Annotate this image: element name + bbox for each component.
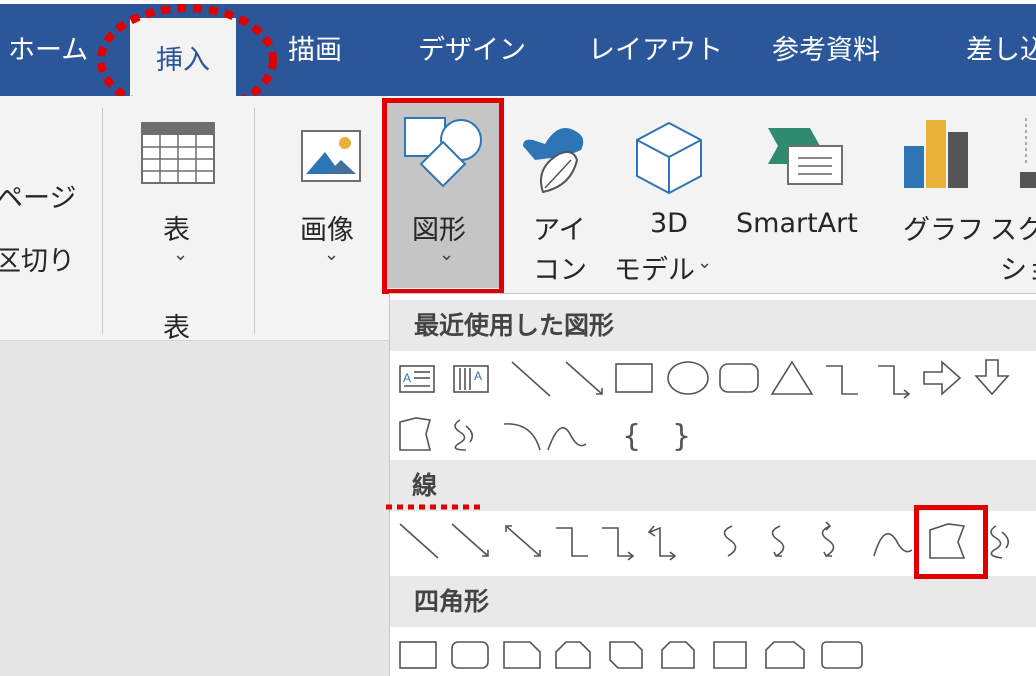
table-button-label[interactable]: 表 bbox=[163, 208, 190, 247]
svg-text:A: A bbox=[474, 369, 482, 383]
3d-models-label-1[interactable]: 3D bbox=[650, 208, 688, 239]
recent-shapes-header: 最近使用した図形 bbox=[390, 300, 1036, 351]
svg-text:A: A bbox=[403, 371, 411, 385]
svg-text:}: } bbox=[672, 419, 691, 454]
chevron-down-icon[interactable]: ⌄ bbox=[697, 252, 712, 273]
tab-home[interactable]: ホーム bbox=[8, 26, 88, 76]
rectangles-header: 四角形 bbox=[390, 576, 1036, 627]
shapes-highlight-box bbox=[382, 98, 504, 294]
chevron-down-icon[interactable]: ⌄ bbox=[173, 244, 188, 265]
table-icon[interactable] bbox=[141, 122, 215, 184]
recent-shapes-row-1[interactable]: A A bbox=[390, 354, 1036, 404]
group-separator bbox=[254, 108, 255, 334]
freeform-shape-highlight-box bbox=[914, 505, 988, 579]
chart-icon[interactable] bbox=[902, 118, 970, 190]
table-group-label: 表 bbox=[163, 313, 190, 344]
tab-layout[interactable]: レイアウト bbox=[588, 26, 723, 76]
picture-icon[interactable] bbox=[301, 130, 361, 182]
page-break-label-1[interactable]: ページ bbox=[0, 176, 76, 215]
chart-button-label[interactable]: グラフ bbox=[903, 208, 984, 247]
group-separator bbox=[102, 108, 103, 334]
rectangles-title: 四角形 bbox=[414, 587, 490, 616]
smartart-button-label[interactable]: SmartArt bbox=[736, 208, 858, 239]
smartart-icon[interactable] bbox=[766, 124, 846, 188]
3d-models-label-2[interactable]: モデル bbox=[614, 248, 695, 287]
chevron-down-icon[interactable]: ⌄ bbox=[324, 244, 339, 265]
3d-models-icon[interactable] bbox=[633, 120, 705, 196]
recent-shapes-title: 最近使用した図形 bbox=[414, 311, 615, 340]
lines-dotted-underline bbox=[386, 504, 482, 510]
icons-label-1[interactable]: アイ bbox=[533, 208, 586, 247]
icons-icon[interactable] bbox=[515, 116, 595, 198]
icons-label-2[interactable]: コン bbox=[533, 248, 587, 287]
lines-header: 線 bbox=[390, 460, 1036, 511]
image-button-label[interactable]: 画像 bbox=[300, 208, 354, 247]
rectangles-row[interactable] bbox=[390, 636, 1036, 676]
screenshot-label-2[interactable]: ショ bbox=[1000, 248, 1036, 287]
screenshot-label-1[interactable]: スク bbox=[990, 208, 1036, 247]
screenshot-icon[interactable] bbox=[1018, 116, 1036, 190]
svg-text:{: { bbox=[622, 419, 641, 454]
tab-references[interactable]: 参考資料 bbox=[772, 26, 880, 76]
tab-design[interactable]: デザイン bbox=[418, 26, 526, 76]
recent-shapes-row-2[interactable]: { } bbox=[390, 410, 1036, 458]
tab-mailings[interactable]: 差し込 bbox=[966, 26, 1036, 76]
shapes-gallery-panel: 最近使用した図形 A A { } 線 四角形 bbox=[389, 293, 1036, 676]
page-break-label-2[interactable]: 区切り bbox=[0, 239, 75, 278]
tab-draw[interactable]: 描画 bbox=[288, 26, 342, 76]
